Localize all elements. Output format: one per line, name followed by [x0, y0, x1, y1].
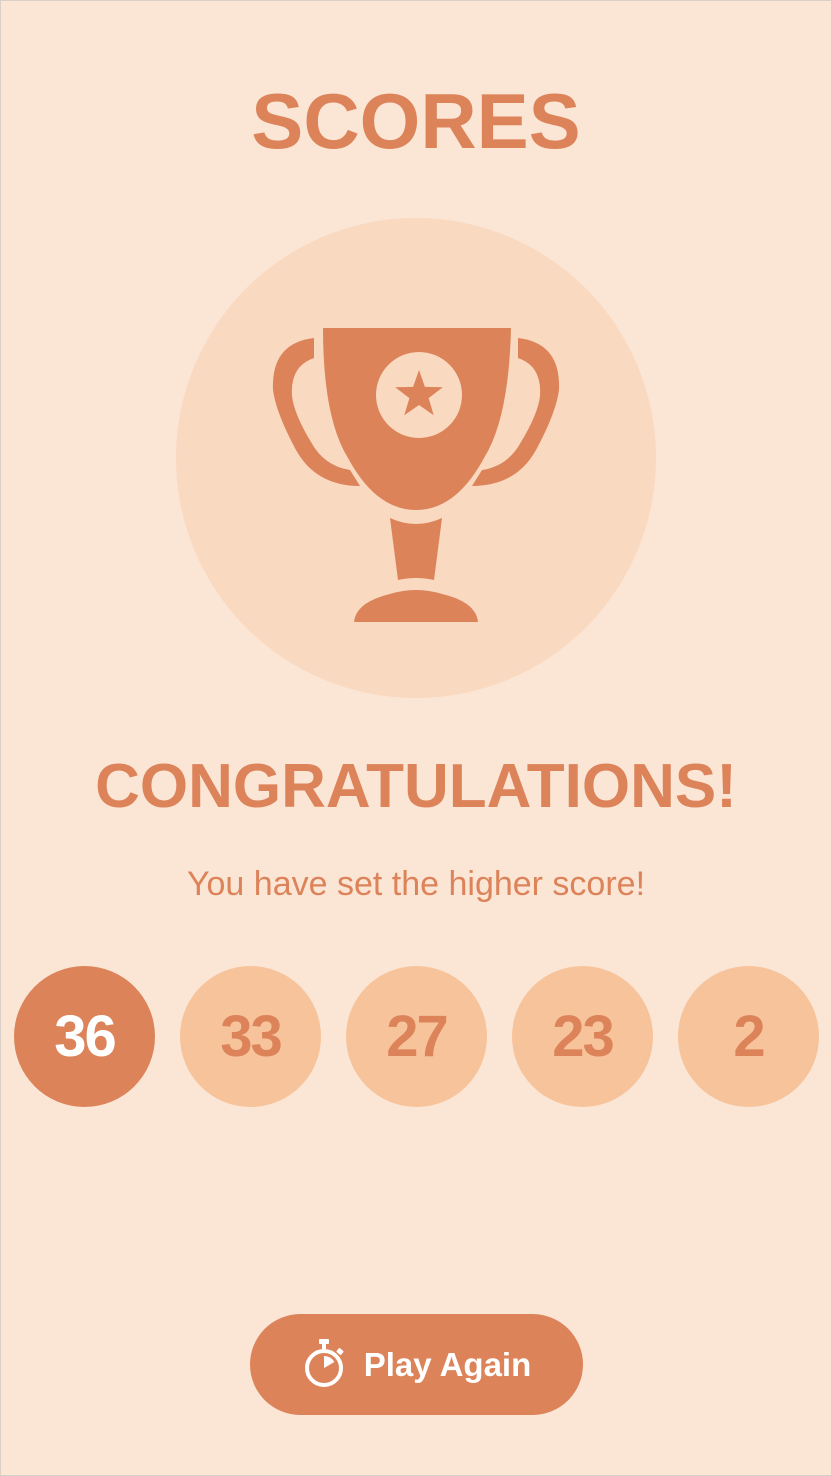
score-bubble-4: 23 — [512, 966, 653, 1107]
score-bubble-1: 36 — [14, 966, 155, 1107]
high-score-message: You have set the higher score! — [186, 865, 646, 903]
trophy-badge — [176, 218, 656, 698]
page-title: SCORES — [251, 77, 581, 165]
play-again-button[interactable]: Play Again — [250, 1314, 583, 1415]
score-bubble-3: 27 — [346, 966, 487, 1107]
congratulations-heading: CONGRATULATIONS! — [95, 752, 737, 821]
scores-screen: SCORES CONGRATULATIONS! You have set the… — [0, 0, 832, 1476]
stopwatch-icon — [304, 1338, 344, 1387]
score-list: 36 33 27 23 2 — [14, 966, 820, 1107]
score-bubble-2: 33 — [180, 966, 321, 1107]
score-bubble-5: 2 — [678, 966, 819, 1107]
play-again-label: Play Again — [363, 1345, 532, 1383]
trophy-icon — [272, 328, 560, 622]
